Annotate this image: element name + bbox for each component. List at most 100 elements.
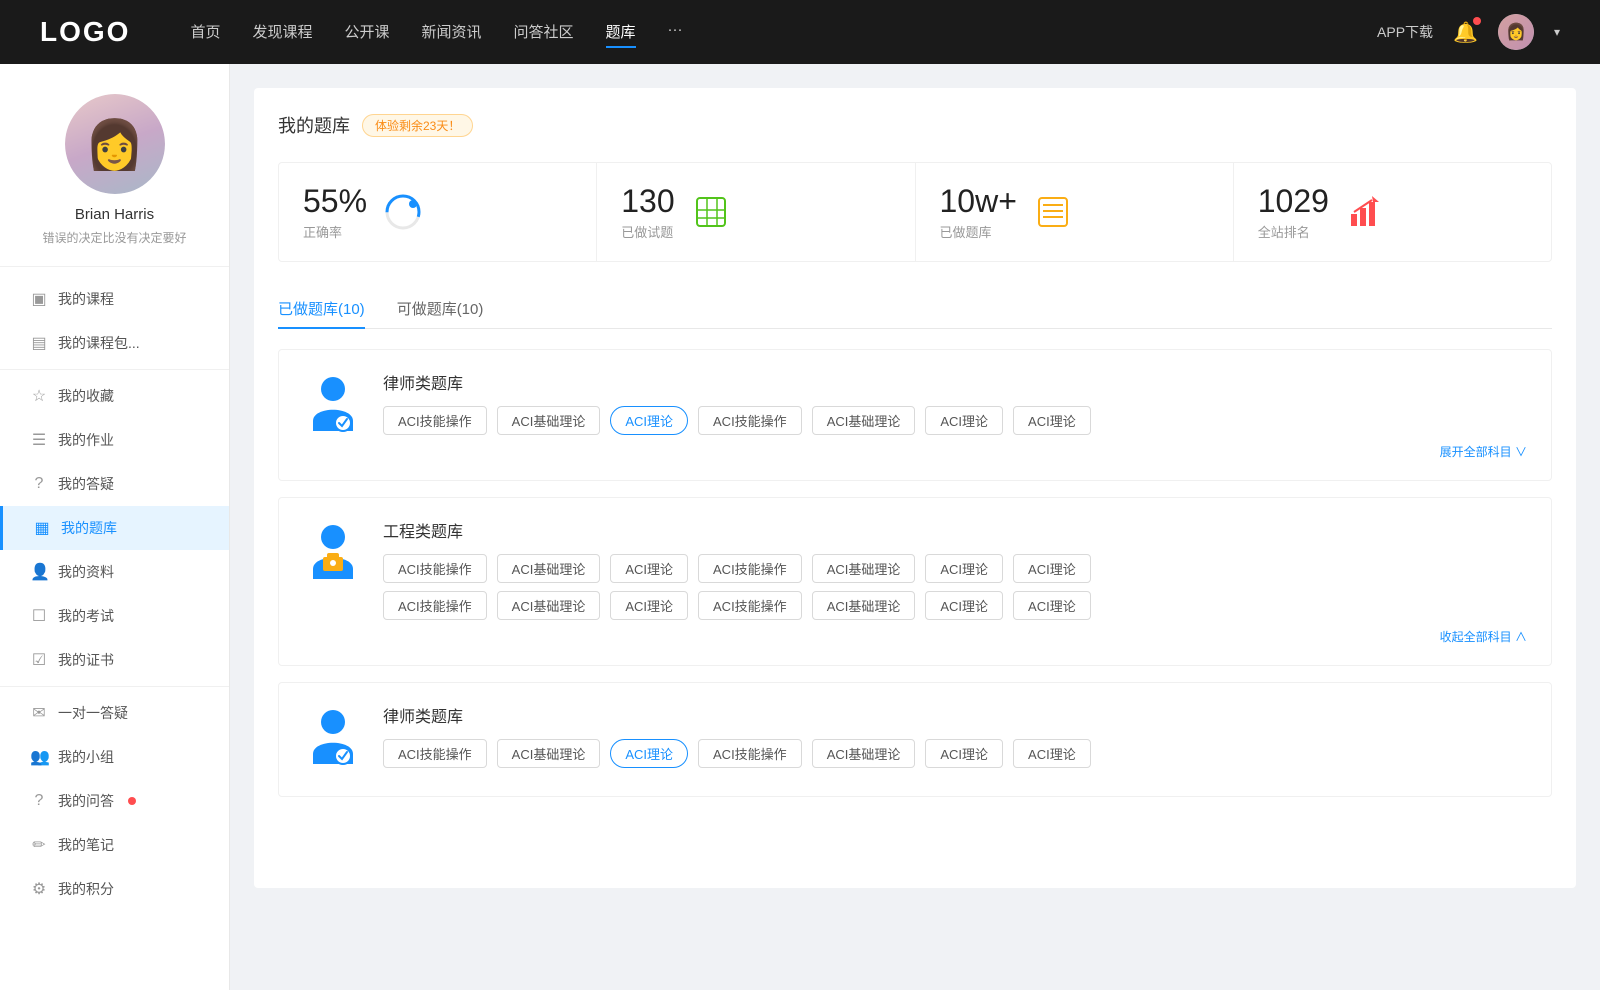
stat-done-questions-value: 130 [621,183,674,220]
sidebar-item-tutor[interactable]: ✉ 一对一答疑 [0,691,229,735]
sidebar-item-qa[interactable]: ? 我的答疑 [0,462,229,506]
tutor-icon: ✉ [30,703,48,723]
tag[interactable]: ACI基础理论 [812,406,916,435]
avatar-dropdown-icon[interactable]: ▾ [1554,25,1560,39]
nav-discover[interactable]: 发现课程 [252,17,312,48]
tag[interactable]: ACI基础理论 [812,591,916,620]
nav-open-course[interactable]: 公开课 [344,17,389,48]
tag[interactable]: ACI理论 [610,591,688,620]
bank-engineer-icon [303,518,363,588]
sidebar-item-course-package[interactable]: ▤ 我的课程包... [0,321,229,365]
tag[interactable]: ACI理论 [610,554,688,583]
done-banks-icon [1033,192,1073,232]
bank-lawyer-1-name: 律师类题库 [383,370,1527,394]
sidebar-item-notes[interactable]: ✏ 我的笔记 [0,823,229,867]
app-download-button[interactable]: APP下载 [1377,22,1433,42]
sidebar-label-certificate: 我的证书 [58,650,114,670]
tag[interactable]: ACI理论 [1013,406,1091,435]
tag-active[interactable]: ACI理论 [610,739,688,768]
bank-lawyer-2-name: 律师类题库 [383,703,1527,727]
sidebar-item-profile[interactable]: 👤 我的资料 [0,550,229,594]
sidebar-item-exam[interactable]: ☐ 我的考试 [0,594,229,638]
tag[interactable]: ACI理论 [925,554,1003,583]
tag[interactable]: ACI理论 [925,739,1003,768]
sidebar-item-certificate[interactable]: ☑ 我的证书 [0,638,229,682]
nav-bank[interactable]: 题库 [606,17,636,48]
notification-dot [1473,17,1481,25]
tag[interactable]: ACI技能操作 [383,406,487,435]
sidebar-label-tutor: 一对一答疑 [58,703,128,723]
bell-icon: 🔔 [1453,22,1478,44]
tag[interactable]: ACI理论 [1013,739,1091,768]
bank-lawyer-icon-1 [303,370,363,440]
qa-icon: ? [30,475,48,493]
tag[interactable]: ACI技能操作 [698,406,802,435]
sidebar-item-favorites[interactable]: ☆ 我的收藏 [0,374,229,418]
star-icon: ☆ [30,386,48,406]
nav-more[interactable]: ··· [668,17,683,48]
sidebar-label-exam: 我的考试 [58,606,114,626]
bank-card-lawyer-1: 律师类题库 ACI技能操作 ACI基础理论 ACI理论 ACI技能操作 ACI基… [278,349,1552,481]
package-icon: ▤ [30,333,48,353]
tag[interactable]: ACI理论 [1013,554,1091,583]
sidebar-label-homework: 我的作业 [58,430,114,450]
tag[interactable]: ACI基础理论 [497,406,601,435]
homework-icon: ☰ [30,430,48,450]
tab-bar: 已做题库(10) 可做题库(10) [278,290,1552,329]
tag[interactable]: ACI技能操作 [698,591,802,620]
qa-notification-dot [128,797,136,805]
stat-done-banks: 10w+ 已做题库 [916,163,1234,261]
sidebar-menu: ▣ 我的课程 ▤ 我的课程包... ☆ 我的收藏 ☰ 我的作业 ? 我的答疑 ▦ [0,267,229,921]
tag[interactable]: ACI基础理论 [497,739,601,768]
tag[interactable]: ACI技能操作 [383,591,487,620]
sidebar-label-profile: 我的资料 [58,562,114,582]
stat-done-banks-value: 10w+ [940,183,1017,220]
avatar[interactable]: 👩 [1498,14,1534,50]
navbar: LOGO 首页 发现课程 公开课 新闻资讯 问答社区 题库 ··· APP下载 … [0,0,1600,64]
course-icon: ▣ [30,289,48,309]
exam-icon: ☐ [30,606,48,626]
stat-done-banks-text: 10w+ 已做题库 [940,183,1017,241]
sidebar-label-points: 我的积分 [58,879,114,899]
sidebar-item-group[interactable]: 👥 我的小组 [0,735,229,779]
tag[interactable]: ACI技能操作 [383,739,487,768]
nav-qa[interactable]: 问答社区 [514,17,574,48]
nav-news[interactable]: 新闻资讯 [422,17,482,48]
nav-home[interactable]: 首页 [190,17,220,48]
bank-engineer-body: 工程类题库 ACI技能操作 ACI基础理论 ACI理论 ACI技能操作 ACI基… [383,518,1527,645]
tag[interactable]: ACI技能操作 [383,554,487,583]
sidebar-item-homework[interactable]: ☰ 我的作业 [0,418,229,462]
page-title: 我的题库 [278,112,350,138]
tag[interactable]: ACI基础理论 [812,554,916,583]
group-icon: 👥 [30,747,48,767]
tag[interactable]: ACI理论 [925,591,1003,620]
tab-done-banks[interactable]: 已做题库(10) [278,290,365,329]
tag[interactable]: ACI技能操作 [698,739,802,768]
tag[interactable]: ACI基础理论 [812,739,916,768]
stat-done-questions-label: 已做试题 [621,222,674,241]
bank-engineer-tags-row2: ACI技能操作 ACI基础理论 ACI理论 ACI技能操作 ACI基础理论 AC… [383,591,1527,620]
nav-right: APP下载 🔔 👩 ▾ [1377,14,1560,50]
stat-accuracy-value: 55% [303,183,367,220]
my-qa-icon: ? [30,792,48,810]
tag[interactable]: ACI基础理论 [497,554,601,583]
menu-divider-2 [0,686,229,687]
sidebar-label-notes: 我的笔记 [58,835,114,855]
tag[interactable]: ACI基础理论 [497,591,601,620]
stat-done-questions: 130 已做试题 [597,163,915,261]
notification-bell[interactable]: 🔔 [1453,20,1478,45]
collapse-button-engineer[interactable]: 收起全部科目 ∧ [383,628,1527,645]
tab-available-banks[interactable]: 可做题库(10) [397,290,484,329]
tag-active[interactable]: ACI理论 [610,406,688,435]
tag[interactable]: ACI理论 [925,406,1003,435]
sidebar-item-my-course[interactable]: ▣ 我的课程 [0,277,229,321]
expand-button-lawyer-1[interactable]: 展开全部科目 ∨ [383,443,1527,460]
sidebar-item-bank[interactable]: ▦ 我的题库 [0,506,229,550]
tag[interactable]: ACI理论 [1013,591,1091,620]
logo: LOGO [40,16,130,48]
stat-ranking-text: 1029 全站排名 [1258,183,1329,241]
sidebar-item-my-qa[interactable]: ? 我的问答 [0,779,229,823]
stat-accuracy: 55% 正确率 [279,163,597,261]
tag[interactable]: ACI技能操作 [698,554,802,583]
sidebar-item-points[interactable]: ⚙ 我的积分 [0,867,229,911]
